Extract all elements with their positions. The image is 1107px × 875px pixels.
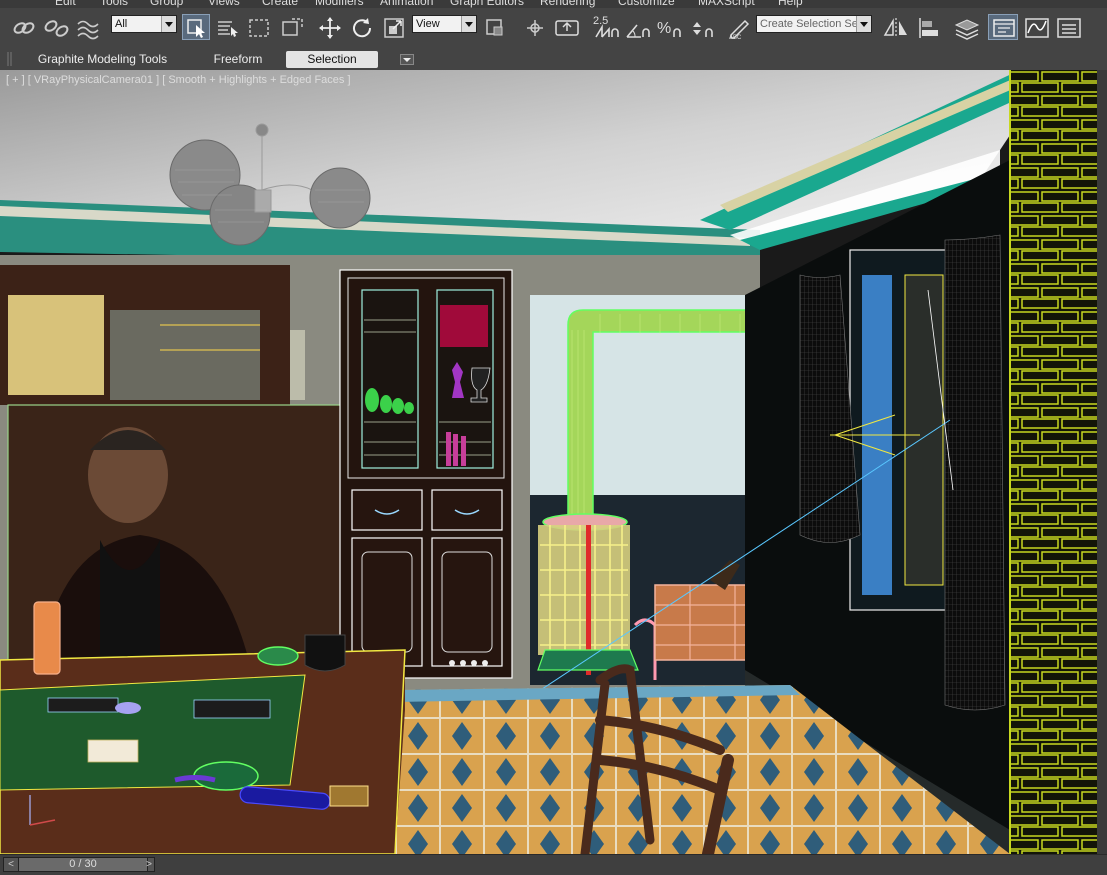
schematic-view-icon[interactable]	[1053, 14, 1083, 40]
spinner-snap-icon[interactable]	[686, 14, 716, 40]
menu-graph-editors[interactable]: Graph Editors	[450, 0, 524, 8]
ribbon-dropdown-icon[interactable]	[400, 54, 414, 66]
edit-named-selections-icon[interactable]: ABC	[724, 14, 752, 41]
menu-maxscript[interactable]: MAXScript	[698, 0, 755, 8]
tab-graphite-modeling-tools[interactable]: Graphite Modeling Tools	[30, 51, 175, 68]
ribbon-grip-icon[interactable]	[6, 50, 14, 68]
svg-text:%: %	[657, 20, 671, 37]
chevron-down-icon	[461, 16, 476, 32]
time-slider-bar: < 0 / 30 >	[0, 854, 1107, 875]
menu-group[interactable]: Group	[150, 0, 183, 8]
scene-explorer-icon[interactable]	[988, 14, 1018, 40]
menu-tools[interactable]: Tools	[100, 0, 128, 8]
rect-region-icon[interactable]	[245, 14, 275, 40]
pivot-icon[interactable]	[481, 14, 511, 40]
frame-display: 0 / 30	[69, 858, 97, 870]
keyboard-shortcut-override-icon[interactable]	[551, 14, 581, 40]
mirror-icon[interactable]	[880, 14, 910, 40]
selection-filter-value: All	[115, 18, 128, 30]
select-move-icon[interactable]	[314, 14, 344, 40]
named-selection-field[interactable]: Create Selection Se	[756, 15, 872, 33]
menu-edit[interactable]: Edit	[55, 0, 76, 8]
percent-snap-icon[interactable]: %	[654, 14, 684, 40]
viewport-label[interactable]: [ + ] [ VRayPhysicalCamera01 ] [ Smooth …	[6, 74, 351, 86]
unlink-icon[interactable]	[40, 14, 70, 40]
menu-help[interactable]: Help	[778, 0, 803, 8]
align-icon[interactable]	[913, 14, 943, 40]
select-by-name-icon[interactable]	[213, 14, 241, 40]
select-object-icon[interactable]	[182, 14, 210, 40]
svg-text:ABC: ABC	[729, 35, 742, 41]
scene-render	[0, 70, 1097, 854]
chevron-down-icon	[856, 16, 871, 32]
tab-freeform[interactable]: Freeform	[198, 51, 278, 68]
angle-snap-icon[interactable]	[622, 14, 652, 40]
tab-selection[interactable]: Selection	[286, 51, 378, 68]
prev-frame-icon[interactable]: <	[5, 858, 17, 871]
menu-create[interactable]: Create	[262, 0, 298, 8]
select-scale-icon[interactable]	[380, 14, 410, 40]
snap-toggle-icon[interactable]: 2.5	[589, 14, 621, 40]
bind-space-warp-icon[interactable]	[72, 14, 102, 40]
curve-editor-icon[interactable]	[1021, 14, 1051, 40]
viewport-camera[interactable]: [ + ] [ VRayPhysicalCamera01 ] [ Smooth …	[0, 70, 1097, 854]
manipulate-icon[interactable]	[519, 14, 549, 40]
reference-coord-value: View	[416, 18, 440, 30]
time-slider[interactable]: < 0 / 30 >	[3, 857, 155, 872]
named-selection-placeholder: Create Selection Se	[760, 18, 858, 30]
main-toolbar: All View 2.5 % ABC Create Selection Se	[0, 8, 1107, 49]
link-icon[interactable]	[8, 14, 38, 40]
window-crossing-icon[interactable]	[277, 14, 307, 40]
menu-rendering[interactable]: Rendering	[540, 0, 595, 8]
time-slider-thumb[interactable]: 0 / 30	[18, 858, 148, 871]
menu-modifiers[interactable]: Modifiers	[315, 0, 364, 8]
select-rotate-icon[interactable]	[347, 14, 377, 40]
viewport-side-strip	[1097, 70, 1107, 854]
layer-manager-icon[interactable]	[951, 14, 981, 40]
selection-filter-dropdown[interactable]: All	[111, 15, 177, 33]
menu-bar: Edit Tools Group Views Create Modifiers …	[0, 0, 1107, 8]
chevron-down-icon	[161, 16, 176, 32]
menu-animation[interactable]: Animation	[380, 0, 433, 8]
reference-coord-dropdown[interactable]: View	[412, 15, 477, 33]
graphite-ribbon: Graphite Modeling Tools Freeform Selecti…	[0, 48, 1107, 71]
menu-views[interactable]: Views	[208, 0, 240, 8]
menu-customize[interactable]: Customize	[618, 0, 675, 8]
next-frame-icon[interactable]: >	[143, 858, 155, 871]
